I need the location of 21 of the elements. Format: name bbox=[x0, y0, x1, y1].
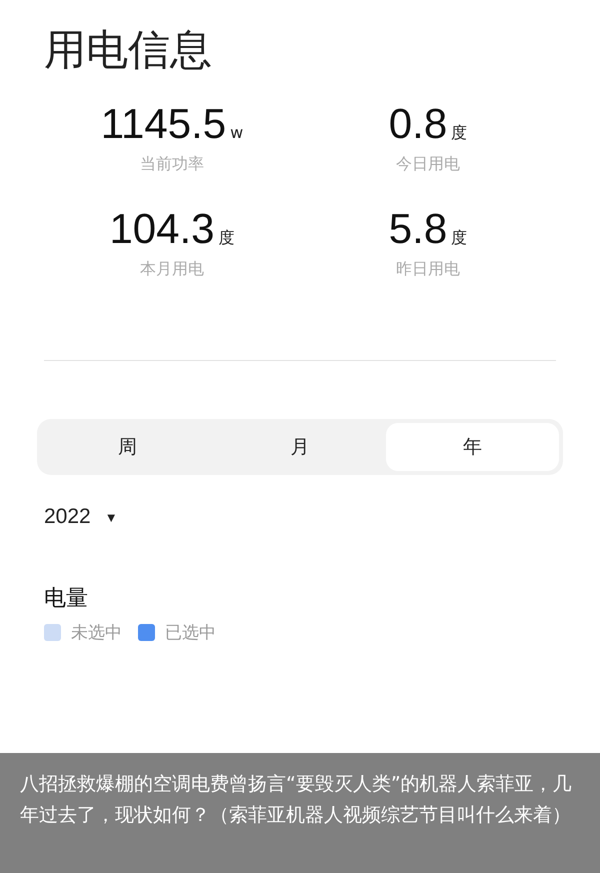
stat-label: 本月用电 bbox=[140, 259, 204, 280]
stat-unit: w bbox=[230, 123, 244, 142]
stat-unit: 度 bbox=[451, 228, 468, 249]
stat-label: 今日用电 bbox=[396, 154, 460, 175]
stat-value: 1145.5 bbox=[100, 100, 226, 148]
stat-unit: 度 bbox=[451, 123, 468, 144]
stat-label: 昨日用电 bbox=[396, 259, 460, 280]
period-tab[interactable]: 周 bbox=[41, 423, 214, 471]
legend-label: 已选中 bbox=[165, 622, 216, 644]
section-title: 电量 bbox=[44, 585, 89, 613]
stat-value: 5.8 bbox=[388, 205, 448, 253]
period-tab[interactable]: 年 bbox=[386, 423, 560, 471]
page-title: 用电信息 bbox=[44, 24, 213, 76]
period-tab[interactable]: 月 bbox=[214, 423, 386, 471]
caption-banner: 八招拯救爆棚的空调电费曾扬言“要毁灭人类”的机器人索菲亚，几年过去了，现状如何？（索菲亚机器人视频综艺节目叫什么来着） bbox=[0, 753, 600, 873]
stat-value: 0.8 bbox=[388, 100, 448, 148]
stat-unit: 度 bbox=[218, 228, 235, 249]
stat-label: 当前功率 bbox=[140, 154, 204, 175]
stat-value: 104.3 bbox=[109, 205, 215, 253]
year-dropdown[interactable]: 2022 ▼ bbox=[44, 505, 118, 529]
legend-label: 未选中 bbox=[71, 622, 122, 644]
